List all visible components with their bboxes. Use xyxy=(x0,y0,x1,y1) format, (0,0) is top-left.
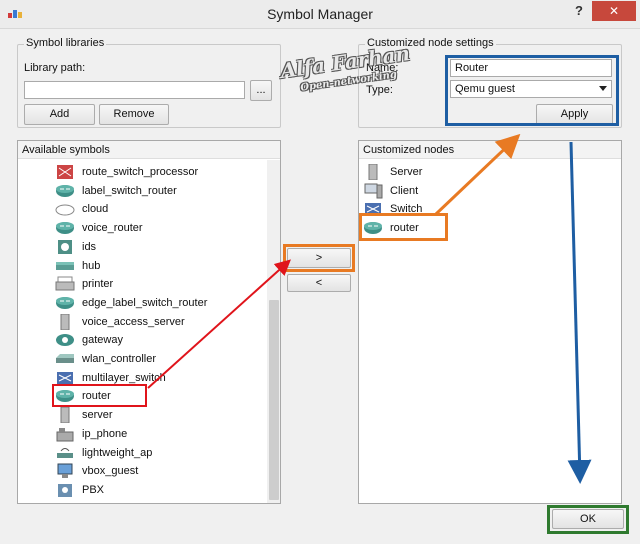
available-item-label: route_switch_processor xyxy=(82,166,199,178)
server-icon xyxy=(55,313,75,331)
available-item-server[interactable]: server xyxy=(55,406,235,424)
available-scroll-thumb[interactable] xyxy=(269,300,279,500)
available-item-label: server xyxy=(82,409,113,422)
available-item-lightweight-ap[interactable]: lightweight_ap xyxy=(55,444,235,462)
highlight-add-button xyxy=(283,244,355,272)
window-title: Symbol Manager xyxy=(267,6,373,22)
available-item-label: ids xyxy=(82,240,97,253)
controller-icon xyxy=(55,351,75,367)
available-item-label: vbox_guest xyxy=(82,465,139,478)
browse-button[interactable]: ... xyxy=(250,80,272,101)
pbx-icon xyxy=(55,482,75,498)
available-item-label: voice_router xyxy=(82,222,143,235)
highlight-router-available xyxy=(52,384,147,407)
available-item-hub[interactable]: hub xyxy=(55,257,235,275)
customized-nodes-list[interactable]: Customized nodes Server Client Switch route… xyxy=(358,140,622,504)
client-icon xyxy=(363,183,383,199)
add-library-button[interactable]: Add xyxy=(24,104,95,125)
available-item-label: lightweight_ap xyxy=(82,446,153,459)
rsp-icon xyxy=(55,164,75,180)
available-item-voice-router[interactable]: voice_router xyxy=(55,219,235,237)
ap-icon xyxy=(55,445,75,461)
highlight-name-type-settings xyxy=(445,55,619,126)
customized-nodes-header: Customized nodes xyxy=(359,141,621,159)
available-item-label: wlan_controller xyxy=(82,353,156,365)
available-item-label: edge_label_switch_router xyxy=(82,296,208,309)
customized-item-client[interactable]: Client xyxy=(363,182,543,200)
server-icon xyxy=(55,406,75,424)
available-item-label: printer xyxy=(82,278,114,291)
phone-icon xyxy=(55,426,75,442)
available-item-label: cloud xyxy=(82,203,109,216)
available-item-cloud[interactable]: cloud xyxy=(55,200,235,218)
gateway-icon xyxy=(55,332,75,348)
available-item-label: voice_access_server xyxy=(82,315,185,328)
available-item-label: gateway xyxy=(82,334,123,347)
cloud-icon xyxy=(55,201,75,217)
available-item-wlan-controller[interactable]: wlan_controller xyxy=(55,350,235,368)
customized-item-label: Server xyxy=(390,166,423,178)
customized-item-server[interactable]: Server xyxy=(363,163,543,181)
available-item-route-switch-processor[interactable]: route_switch_processor xyxy=(55,163,235,181)
available-item-ip-phone[interactable]: ip_phone xyxy=(55,425,235,443)
available-item-label: PBX xyxy=(82,483,105,496)
customized-item-label: Client xyxy=(390,184,419,197)
router-icon xyxy=(55,220,75,236)
router-icon xyxy=(55,183,75,199)
available-scrollbar[interactable] xyxy=(267,160,280,503)
available-item-label-switch-router[interactable]: label_switch_router xyxy=(55,182,235,200)
remove-library-button[interactable]: Remove xyxy=(99,104,169,125)
library-path-label: Library path: xyxy=(24,62,86,74)
remove-from-customized-button[interactable]: < xyxy=(287,274,351,292)
available-item-gateway[interactable]: gateway xyxy=(55,331,235,349)
available-item-pbx[interactable]: PBX xyxy=(55,481,235,499)
available-symbols-list[interactable]: Available symbols route_switch_processor… xyxy=(17,140,281,504)
available-item-ids[interactable]: ids xyxy=(55,238,235,256)
available-item-edge-label-switch-router[interactable]: edge_label_switch_router xyxy=(55,294,235,312)
hub-icon xyxy=(55,258,75,274)
available-item-voice-access-server[interactable]: voice_access_server xyxy=(55,313,235,331)
available-symbols-header: Available symbols xyxy=(18,141,280,159)
available-item-label: label_switch_router xyxy=(82,184,177,197)
library-path-input[interactable] xyxy=(24,81,245,99)
symbol-libraries-title: Symbol libraries xyxy=(24,37,107,49)
ids-icon xyxy=(55,239,75,255)
vbox-icon xyxy=(55,463,75,479)
highlight-router-customized xyxy=(359,213,448,241)
available-item-label: hub xyxy=(82,259,101,272)
help-button[interactable]: ? xyxy=(569,3,589,23)
close-button[interactable]: ✕ xyxy=(592,1,636,21)
router-icon xyxy=(55,295,75,311)
available-item-vbox-guest[interactable]: vbox_guest xyxy=(55,462,235,480)
printer-icon xyxy=(55,276,75,292)
highlight-ok-button xyxy=(547,505,629,534)
server-icon xyxy=(363,163,383,181)
available-item-printer[interactable]: printer xyxy=(55,275,235,293)
title-bar: Symbol Manager ? ✕ xyxy=(0,0,640,29)
type-label: Type: xyxy=(366,84,393,96)
available-item-label: ip_phone xyxy=(82,427,128,440)
